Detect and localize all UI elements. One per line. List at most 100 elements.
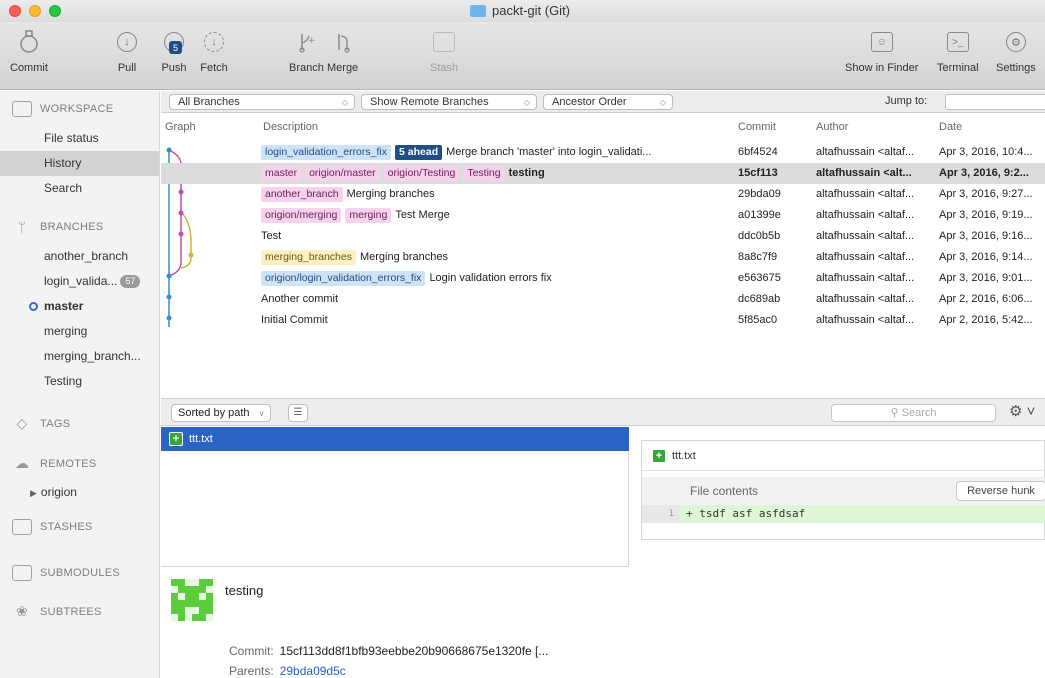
branch-label: master: [261, 165, 302, 181]
pull-icon: ↓: [117, 32, 137, 52]
sidebar-item-remote[interactable]: ▶ origion: [0, 480, 159, 505]
remote-branches-select[interactable]: Show Remote Branches ◇: [361, 94, 537, 110]
sidebar-item-branch[interactable]: login_valida... 57: [0, 269, 159, 294]
commit-icon: [15, 28, 43, 56]
table-row[interactable]: origion/merging merging Test Merge a01399e a…: [161, 205, 1045, 226]
settings-button[interactable]: ⚙ Settings: [996, 28, 1036, 74]
commit-button[interactable]: Commit: [10, 28, 48, 74]
order-select[interactable]: Ancestor Order ◇: [543, 94, 673, 110]
table-row[interactable]: Test ddc0b5b altafhussain <altaf... Apr 3, …: [161, 226, 1045, 247]
branch-filter-value: All Branches: [178, 96, 240, 108]
parent-commit-link[interactable]: 29bda09d5c: [280, 664, 346, 678]
file-list-item[interactable]: + ttt.txt: [161, 427, 629, 451]
hunk-header: File contents Reverse hunk: [642, 477, 1045, 505]
branch-button[interactable]: + Branch: [289, 28, 324, 74]
hunk-label: File contents: [690, 484, 759, 498]
disclosure-triangle-icon[interactable]: ▶: [30, 481, 37, 505]
sidebar-item-branch[interactable]: merging: [0, 319, 159, 344]
workspace-header[interactable]: WORKSPACE: [0, 101, 113, 117]
fetch-button[interactable]: ↓ Fetch: [200, 28, 228, 74]
diff-pane: + ttt.txt File contents Reverse hunk 1 +…: [641, 440, 1045, 540]
branch-label: merging_branches: [261, 249, 356, 265]
diff-added-line: 1 + tsdf asf asfdsaf: [642, 505, 1045, 523]
tags-header[interactable]: ◇ TAGS: [0, 415, 70, 432]
branch-name: merging_branch...: [44, 349, 141, 363]
column-header-graph[interactable]: Graph: [165, 121, 196, 133]
branch-name: login_valida...: [44, 274, 118, 288]
branch-name: merging: [44, 324, 88, 338]
commit-hash-label: Commit:: [229, 644, 274, 658]
sort-select[interactable]: Sorted by path ∨: [171, 404, 271, 422]
sidebar-item-search[interactable]: Search: [0, 176, 159, 201]
terminal-button[interactable]: >_ Terminal: [937, 28, 979, 74]
branches-header[interactable]: ᛘ BRANCHES: [0, 219, 104, 235]
sidebar-item-branch[interactable]: another_branch: [0, 244, 159, 269]
gear-icon[interactable]: ⚙ ˅: [1009, 402, 1035, 420]
pull-button[interactable]: ↓ Pull: [113, 28, 141, 74]
list-view-toggle[interactable]: ☰: [288, 404, 308, 422]
commit-label: Commit: [10, 62, 48, 74]
description-cell: origion/login_validation_errors_fix Login…: [261, 268, 731, 289]
column-header-description[interactable]: Description: [263, 121, 318, 133]
table-row[interactable]: origion/login_validation_errors_fix Login…: [161, 268, 1045, 289]
stashes-header[interactable]: STASHES: [0, 519, 93, 535]
table-row[interactable]: merging_branches Merging branches 8a8c7f9 a…: [161, 247, 1045, 268]
table-row[interactable]: another_branch Merging branches 29bda09 alt…: [161, 184, 1045, 205]
minimize-window-button[interactable]: [29, 5, 41, 17]
zoom-window-button[interactable]: [49, 5, 61, 17]
parents-line: Parents: 29bda09d5c: [229, 664, 346, 678]
current-branch-icon: [29, 302, 38, 311]
jump-to-input[interactable]: [945, 94, 1045, 110]
sidebar-item-file-status[interactable]: File status: [0, 126, 159, 151]
column-header-commit[interactable]: Commit: [738, 121, 776, 133]
table-row[interactable]: Another commit dc689ab altafhussain <altaf…: [161, 289, 1045, 310]
commit-message: Merging branches: [359, 251, 449, 263]
remotes-header[interactable]: ☁ REMOTES: [0, 455, 97, 472]
table-row[interactable]: login_validation_errors_fix 5 ahead Merge …: [161, 142, 1045, 163]
submodules-title: SUBMODULES: [40, 567, 121, 579]
close-window-button[interactable]: [9, 5, 21, 17]
commit-message: Merging branches: [346, 188, 435, 200]
commit-list: login_validation_errors_fix 5 ahead Merge …: [161, 142, 1045, 332]
push-button[interactable]: 5 Push: [160, 28, 188, 74]
date-cell: Apr 3, 2016, 9:19...: [939, 209, 1033, 221]
file-search-input[interactable]: ⚲ Search: [831, 404, 996, 422]
merge-button[interactable]: Merge: [327, 28, 358, 74]
branch-label: origion/merging: [261, 207, 342, 223]
branch-label: merging: [345, 207, 392, 223]
stash-button[interactable]: Stash: [430, 28, 458, 74]
remote-filter-value: Show Remote Branches: [370, 96, 489, 108]
file-added-icon: +: [169, 432, 183, 446]
jump-to-label: Jump to:: [885, 95, 928, 107]
date-cell: Apr 3, 2016, 9:01...: [939, 272, 1033, 284]
sidebar-item-history[interactable]: History: [0, 151, 159, 176]
search-icon: ⚲: [890, 407, 902, 419]
parents-label: Parents:: [229, 664, 274, 678]
sidebar-item-branch[interactable]: merging_branch...: [0, 344, 159, 369]
show-in-finder-button[interactable]: ☺ Show in Finder: [845, 28, 918, 74]
commit-detail-pane: testing Commit: 15cf113dd8f1bfb93eebbe20b…: [161, 566, 629, 678]
author-cell: altafhussain <altaf...: [816, 209, 915, 221]
author-cell: altafhussain <altaf...: [816, 146, 915, 158]
column-header-date[interactable]: Date: [939, 121, 962, 133]
branch-label: origion/master: [305, 165, 380, 181]
author-cell: altafhussain <altaf...: [816, 293, 915, 305]
table-row[interactable]: master origion/master origion/Testing Testi…: [161, 163, 1045, 184]
column-header-author[interactable]: Author: [816, 121, 848, 133]
file-added-icon: +: [652, 448, 666, 463]
subtrees-header[interactable]: ❀ SUBTREES: [0, 603, 102, 620]
date-cell: Apr 3, 2016, 9:14...: [939, 251, 1033, 263]
submodules-header[interactable]: SUBMODULES: [0, 565, 120, 581]
remotes-title: REMOTES: [40, 457, 97, 470]
merge-label: Merge: [327, 62, 359, 74]
table-row[interactable]: Initial Commit 5f85ac0 altafhussain <altaf…: [161, 310, 1045, 331]
sidebar-item-branch[interactable]: Testing: [0, 369, 159, 394]
sort-value: Sorted by path: [178, 407, 250, 419]
reverse-hunk-button[interactable]: Reverse hunk: [956, 481, 1045, 501]
sidebar-item-branch-current[interactable]: master: [0, 294, 159, 319]
commit-message: Login validation errors fix: [429, 272, 552, 284]
author-cell: altafhussain <altaf...: [816, 251, 915, 263]
branch-icon: +: [292, 28, 320, 56]
branch-filter-select[interactable]: All Branches ◇: [169, 94, 355, 110]
author-cell: altafhussain <altaf...: [816, 314, 915, 326]
